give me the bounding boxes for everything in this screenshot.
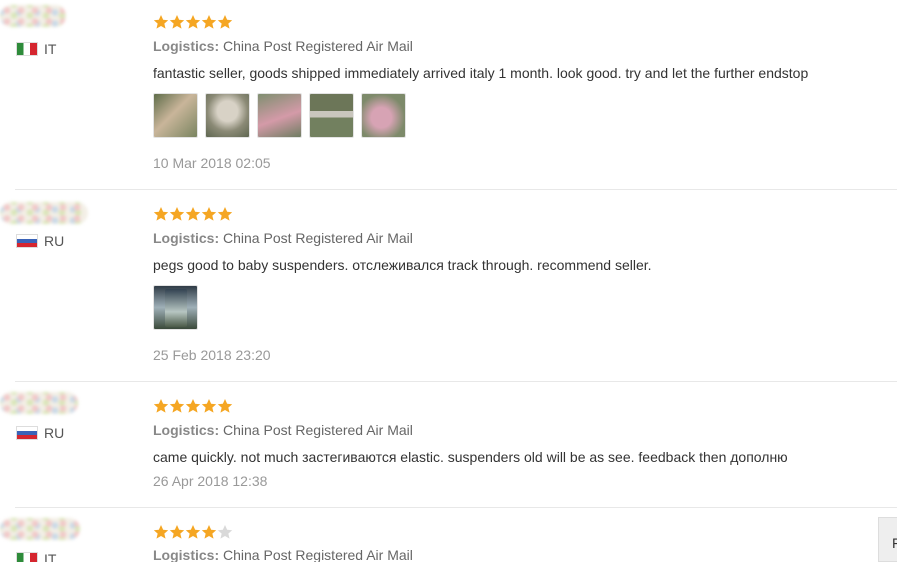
review-photo-thumbnail[interactable]: [153, 285, 198, 330]
star-filled-icon: [185, 15, 201, 29]
star-filled-icon: [169, 207, 185, 221]
star-filled-icon: [153, 525, 169, 539]
review-photos: [153, 93, 406, 138]
star-filled-icon: [169, 399, 185, 413]
side-feedback-button[interactable]: F: [878, 517, 897, 562]
review-photos: [153, 285, 198, 330]
review-item: IT Logistics: China Post Registered Air …: [0, 508, 897, 562]
review-text: pegs good to baby suspenders. отслеживал…: [153, 257, 652, 273]
star-filled-icon: [201, 399, 217, 413]
reviewer-name-blurred: [0, 5, 66, 27]
review-photo-thumbnail[interactable]: [361, 93, 406, 138]
logistics-info: Logistics: China Post Registered Air Mai…: [153, 547, 413, 562]
review-date: 26 Apr 2018 12:38: [153, 473, 268, 489]
logistics-value: China Post Registered Air Mail: [223, 38, 413, 54]
review-item: RU Logistics: China Post Registered Air …: [0, 190, 897, 382]
reviewer-name-blurred: [0, 392, 78, 414]
star-rating: [153, 14, 233, 30]
star-filled-icon: [185, 399, 201, 413]
star-filled-icon: [185, 207, 201, 221]
star-filled-icon: [217, 207, 233, 221]
reviewer-country: IT: [44, 41, 57, 57]
review-photo-thumbnail[interactable]: [153, 93, 198, 138]
star-filled-icon: [217, 399, 233, 413]
star-empty-icon: [217, 525, 233, 539]
reviewer-country: IT: [44, 551, 57, 562]
star-filled-icon: [153, 207, 169, 221]
italy-flag-icon: [16, 42, 38, 56]
star-rating: [153, 206, 233, 222]
review-text: came quickly. not much застегиваются ela…: [153, 449, 788, 465]
reviewer-name-blurred: [0, 202, 88, 224]
logistics-label: Logistics:: [153, 547, 220, 562]
russia-flag-icon: [16, 426, 38, 440]
reviewer-name-blurred: [0, 518, 80, 540]
review-text: fantastic seller, goods shipped immediat…: [153, 65, 809, 81]
star-filled-icon: [217, 15, 233, 29]
russia-flag-icon: [16, 234, 38, 248]
logistics-info: Logistics: China Post Registered Air Mai…: [153, 38, 413, 54]
review-item: IT Logistics: China Post Registered Air …: [0, 0, 897, 190]
star-filled-icon: [201, 207, 217, 221]
logistics-label: Logistics:: [153, 230, 220, 246]
star-rating: [153, 524, 233, 540]
reviewer-country: RU: [44, 233, 65, 249]
reviewer-country: RU: [44, 425, 65, 441]
star-filled-icon: [153, 399, 169, 413]
review-photo-thumbnail[interactable]: [309, 93, 354, 138]
star-filled-icon: [201, 15, 217, 29]
italy-flag-icon: [16, 552, 38, 562]
review-item: RU Logistics: China Post Registered Air …: [0, 382, 897, 508]
star-rating: [153, 398, 233, 414]
logistics-value: China Post Registered Air Mail: [223, 422, 413, 438]
logistics-info: Logistics: China Post Registered Air Mai…: [153, 422, 413, 438]
review-photo-thumbnail[interactable]: [205, 93, 250, 138]
star-filled-icon: [201, 525, 217, 539]
logistics-info: Logistics: China Post Registered Air Mai…: [153, 230, 413, 246]
logistics-value: China Post Registered Air Mail: [223, 230, 413, 246]
star-filled-icon: [185, 525, 201, 539]
review-photo-thumbnail[interactable]: [257, 93, 302, 138]
logistics-value: China Post Registered Air Mail: [223, 547, 413, 562]
star-filled-icon: [153, 15, 169, 29]
review-date: 10 Mar 2018 02:05: [153, 155, 271, 171]
logistics-label: Logistics:: [153, 422, 220, 438]
star-filled-icon: [169, 525, 185, 539]
logistics-label: Logistics:: [153, 38, 220, 54]
star-filled-icon: [169, 15, 185, 29]
review-date: 25 Feb 2018 23:20: [153, 347, 271, 363]
